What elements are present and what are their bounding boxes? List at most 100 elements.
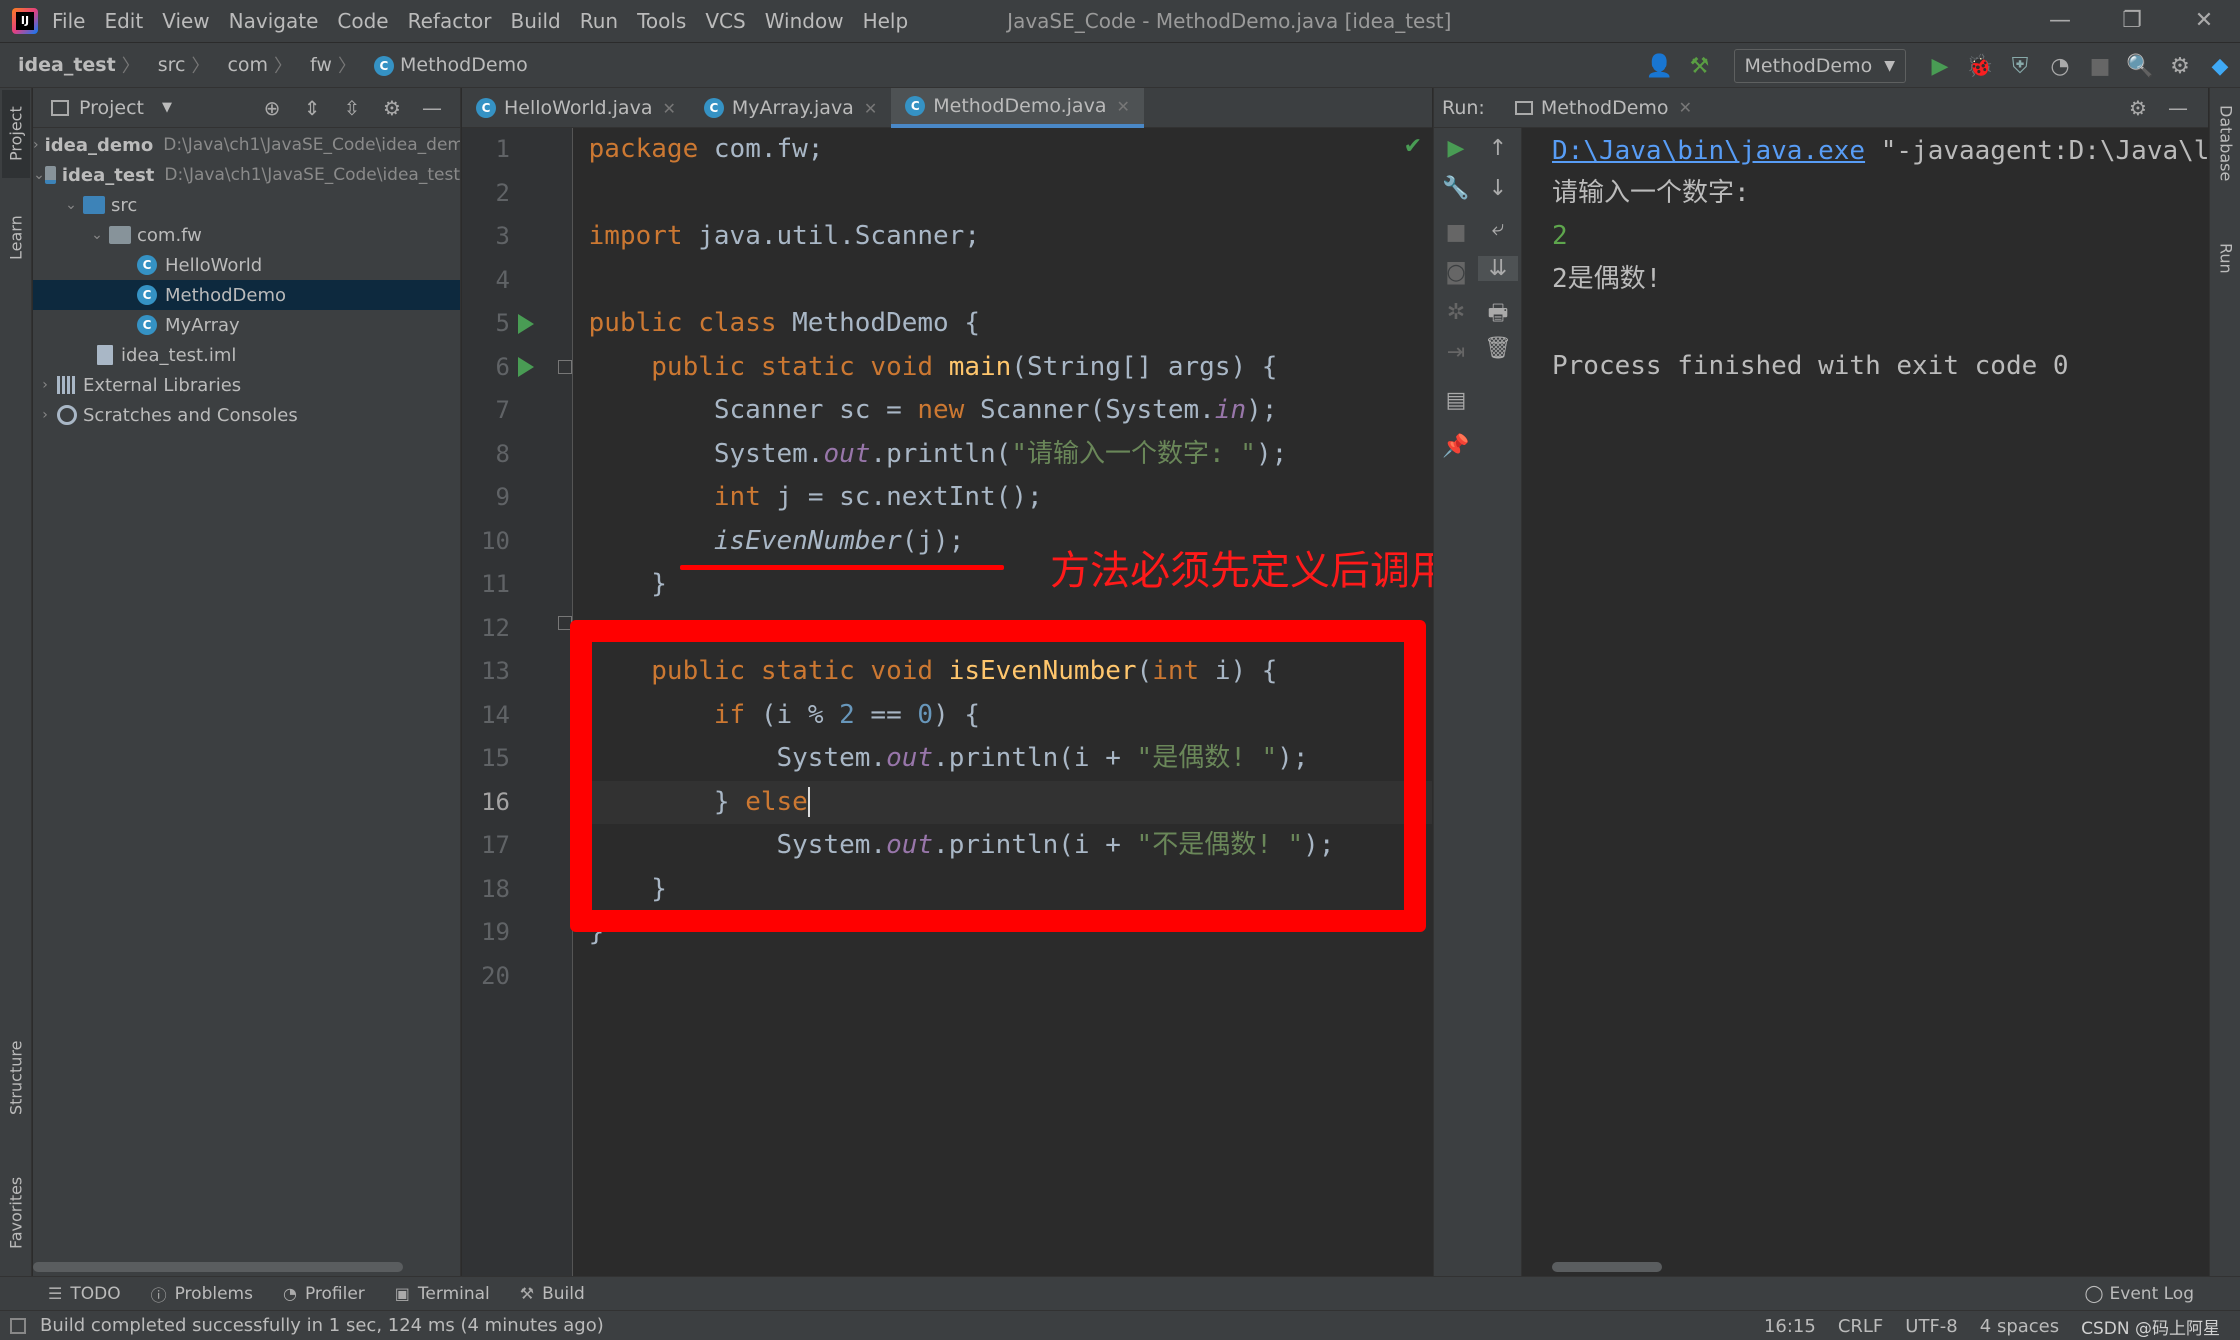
problems-button[interactable]: ⓘ Problems (151, 1282, 253, 1306)
run-class-gutter-icon[interactable] (518, 314, 534, 334)
run-icon[interactable]: ▶ (1920, 54, 1960, 79)
stop-icon[interactable]: ■ (1436, 220, 1476, 245)
tab-favorites-toolwindow[interactable]: Favorites (2, 1158, 30, 1268)
tree-item-idea-demo[interactable]: › idea_demo D:\Java\ch1\JavaSE_Code\idea… (33, 130, 460, 160)
menu-vcs[interactable]: VCS (705, 9, 745, 33)
expand-arrow-icon[interactable]: ⌄ (85, 227, 109, 243)
profile-icon[interactable]: ◔ (2040, 54, 2080, 79)
layout-icon[interactable]: ▤ (1436, 388, 1476, 413)
scroll-up-icon[interactable]: ↑ (1478, 136, 1518, 161)
close-tab-icon[interactable]: ✕ (662, 99, 675, 118)
debug-icon[interactable]: 🐞 (1960, 54, 2000, 79)
line-separator[interactable]: CRLF (1838, 1316, 1883, 1337)
indent-setting[interactable]: 4 spaces (1980, 1316, 2059, 1337)
edit-config-wrench-icon[interactable]: 🔧 (1436, 176, 1476, 201)
tree-item-helloworld[interactable]: C HelloWorld (33, 250, 460, 280)
menu-build[interactable]: Build (511, 9, 561, 33)
tab-database-toolwindow[interactable]: Database (2212, 88, 2240, 198)
build-hammer-icon[interactable]: ⚒ (1680, 54, 1720, 79)
caret-position[interactable]: 16:15 (1764, 1316, 1816, 1337)
tree-item-myarray[interactable]: C MyArray (33, 310, 460, 340)
gear-icon[interactable]: ⚙ (372, 96, 412, 120)
file-encoding[interactable]: UTF-8 (1905, 1316, 1957, 1337)
dump-threads-icon[interactable]: ◙ (1436, 260, 1476, 285)
restore-icon[interactable]: ❐ (2096, 0, 2168, 42)
settings-gear-icon[interactable]: ⚙ (2160, 54, 2200, 79)
tree-item-com-fw[interactable]: ⌄ com.fw (33, 220, 460, 250)
tree-item-methoddemo[interactable]: C MethodDemo (33, 280, 460, 310)
java-exe-link[interactable]: D:\Java\bin\java.exe (1552, 136, 1865, 166)
menu-view[interactable]: View (162, 9, 209, 33)
tree-item-external-libraries[interactable]: › External Libraries (33, 370, 460, 400)
hide-panel-icon[interactable]: — (2158, 96, 2198, 120)
minimize-icon[interactable]: — (2024, 0, 2096, 42)
tree-item-src[interactable]: ⌄ src (33, 190, 460, 220)
close-tab-icon[interactable]: ✕ (1116, 97, 1129, 116)
close-tab-icon[interactable]: ✕ (864, 99, 877, 118)
breadcrumb-com[interactable]: com (227, 54, 268, 76)
tab-methoddemo[interactable]: C MethodDemo.java ✕ (891, 88, 1144, 128)
menu-file[interactable]: File (52, 9, 85, 33)
menu-help[interactable]: Help (863, 9, 909, 33)
tab-run-toolwindow[interactable]: Run (2212, 228, 2240, 288)
settings-small-icon[interactable]: ✲ (1436, 300, 1476, 325)
run-main-gutter-icon[interactable] (518, 357, 534, 377)
breadcrumb-project[interactable]: idea_test (18, 54, 116, 76)
stop-icon[interactable]: ■ (2080, 54, 2120, 79)
tab-myarray[interactable]: C MyArray.java ✕ (690, 88, 891, 128)
run-tab-methoddemo[interactable]: MethodDemo ✕ (1514, 97, 1692, 119)
scroll-down-icon[interactable]: ↓ (1478, 176, 1518, 201)
print-icon[interactable]: 🖶 (1478, 296, 1518, 334)
locate-icon[interactable]: ⊕ (252, 96, 292, 120)
status-toggle-icon[interactable] (10, 1318, 26, 1334)
tree-item-iml[interactable]: idea_test.iml (33, 340, 460, 370)
tab-project-toolwindow[interactable]: Project (2, 90, 30, 178)
breadcrumb-src[interactable]: src (158, 54, 186, 76)
toolbox-icon[interactable]: ◆ (2200, 54, 2240, 79)
horizontal-scrollbar[interactable] (33, 1262, 403, 1272)
menu-navigate[interactable]: Navigate (229, 9, 319, 33)
close-tab-icon[interactable]: ✕ (1679, 98, 1692, 117)
close-window-icon[interactable]: ✕ (2168, 0, 2240, 42)
build-button[interactable]: ⚒ Build (520, 1284, 585, 1304)
tree-item-scratches[interactable]: › Scratches and Consoles (33, 400, 460, 430)
expand-all-icon[interactable]: ⇕ (292, 96, 332, 120)
expand-arrow-icon[interactable]: ⌄ (33, 167, 45, 183)
search-icon[interactable]: 🔍 (2120, 54, 2160, 79)
todo-button[interactable]: ☰ TODO (48, 1284, 121, 1304)
user-icon[interactable]: 👤 (1640, 54, 1680, 79)
menu-window[interactable]: Window (765, 9, 844, 33)
menu-run[interactable]: Run (580, 9, 618, 33)
tab-structure-toolwindow[interactable]: Structure (2, 1023, 30, 1133)
fold-marker-icon[interactable] (558, 360, 572, 374)
console-output[interactable]: D:\Java\bin\java.exe "-javaagent:D:\Java… (1522, 128, 2209, 1276)
expand-arrow-icon[interactable]: › (33, 407, 57, 423)
expand-arrow-icon[interactable]: › (33, 377, 57, 393)
menu-code[interactable]: Code (337, 9, 388, 33)
menu-tools[interactable]: Tools (637, 9, 686, 33)
breadcrumb-fw[interactable]: fw (310, 54, 332, 76)
horizontal-scrollbar[interactable] (1552, 1262, 1662, 1272)
menu-refactor[interactable]: Refactor (408, 9, 492, 33)
profiler-button[interactable]: ◔ Profiler (283, 1284, 365, 1304)
pin-tab-icon[interactable]: 📌 (1436, 434, 1476, 459)
terminal-button[interactable]: ▣ Terminal (395, 1284, 490, 1304)
chevron-down-icon[interactable]: ▼ (162, 100, 172, 115)
project-view-select[interactable]: Project (79, 97, 144, 119)
exit-icon[interactable]: ⇥ (1436, 340, 1476, 365)
menu-edit[interactable]: Edit (104, 9, 143, 33)
scroll-to-end-icon[interactable]: ⇊ (1478, 256, 1518, 281)
expand-arrow-icon[interactable]: ⌄ (59, 197, 83, 213)
rerun-icon[interactable]: ▶ (1436, 136, 1476, 161)
tab-helloworld[interactable]: C HelloWorld.java ✕ (462, 88, 690, 128)
gear-icon[interactable]: ⚙ (2118, 96, 2158, 120)
breadcrumb-class[interactable]: C MethodDemo (373, 54, 528, 76)
tab-learn-toolwindow[interactable]: Learn (2, 198, 30, 278)
soft-wrap-icon[interactable]: ⤶ (1478, 216, 1518, 241)
event-log-button[interactable]: ◯ Event Log (2085, 1277, 2195, 1311)
hide-panel-icon[interactable]: — (412, 96, 452, 120)
clear-all-trash-icon[interactable]: 🗑 (1478, 336, 1518, 361)
tree-item-idea-test[interactable]: ⌄ idea_test D:\Java\ch1\JavaSE_Code\idea… (33, 160, 460, 190)
coverage-icon[interactable]: ⛨ (2000, 54, 2040, 79)
expand-arrow-icon[interactable]: › (33, 137, 39, 153)
